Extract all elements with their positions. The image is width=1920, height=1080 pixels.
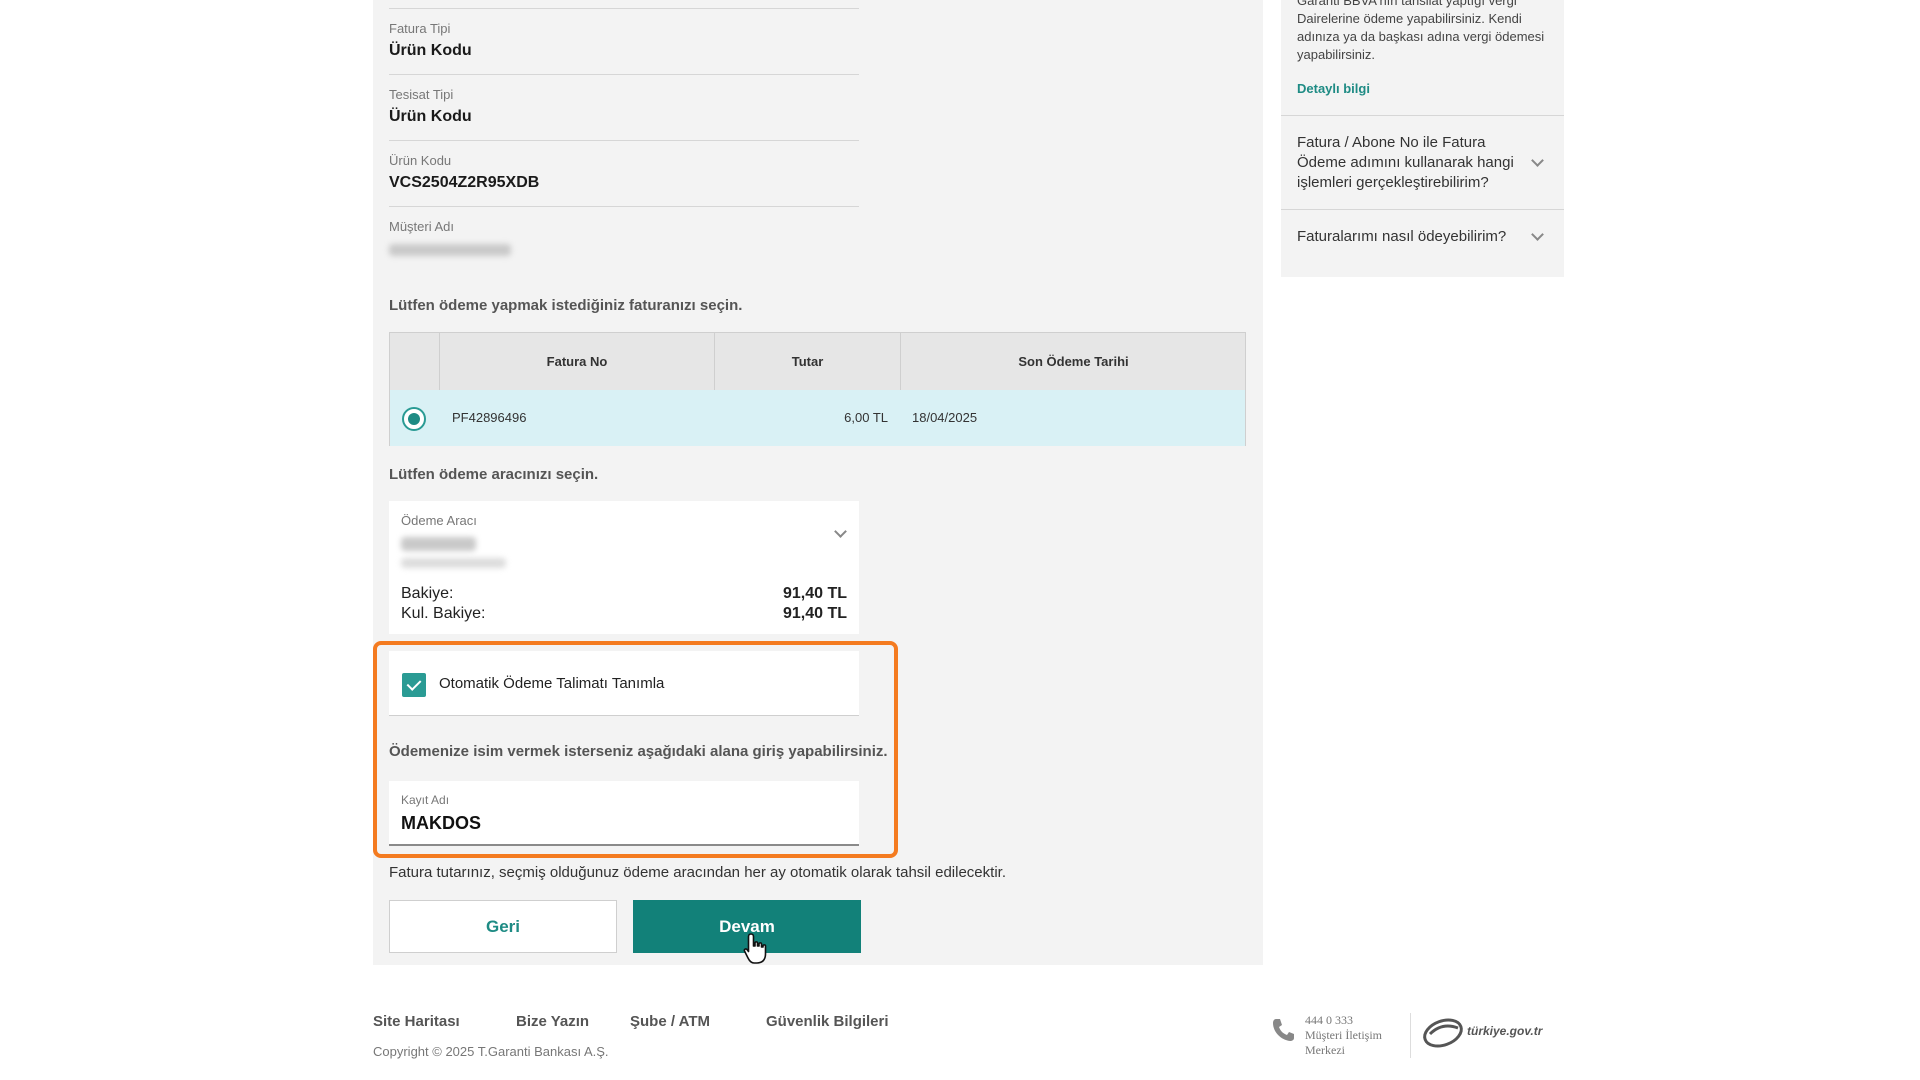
chevron-down-icon[interactable] [1531, 228, 1544, 241]
redacted-account-name [401, 537, 476, 551]
info-line: yapabilirsiniz. [1297, 47, 1376, 62]
contact-center[interactable]: 444 0 333 Müşteri İletişim Merkezi [1305, 1013, 1395, 1058]
payment-tool-select[interactable]: Ödeme Aracı Bakiye: 91,40 TL Kul. Bakiye… [389, 501, 859, 634]
faq-question[interactable]: Fatura / Abone No ile Fatura Ödeme adımı… [1297, 133, 1522, 193]
payment-tool-label: Ödeme Aracı [401, 513, 477, 528]
copyright: Copyright © 2025 T.Garanti Bankası A.Ş. [373, 1044, 609, 1059]
turkiye-gov-logo[interactable] [1420, 1014, 1466, 1050]
phone-icon [1273, 1019, 1294, 1041]
usable-balance-label: Kul. Bakiye: [401, 605, 486, 622]
header-amount: Tutar [714, 333, 900, 390]
back-button[interactable]: Geri [389, 900, 617, 953]
faq-item[interactable]: Fatura / Abone No ile Fatura Ödeme adımı… [1281, 115, 1564, 209]
select-payment-prompt: Lütfen ödeme aracınızı seçin. [389, 466, 599, 483]
invoice-table: Fatura No Tutar Son Ödeme Tarihi PF42896… [389, 332, 1246, 446]
redacted-customer-name [389, 244, 511, 256]
phone-number: 444 0 333 [1305, 1013, 1353, 1027]
info-line: adınıza ya da başkası adına vergi ödemes… [1297, 29, 1545, 44]
invoice-no-cell: PF42896496 [452, 410, 527, 425]
highlight-box [373, 641, 898, 858]
footer-link-security[interactable]: Güvenlik Bilgileri [766, 1013, 889, 1030]
auto-payment-note: Fatura tutarınız, seçmiş olduğunuz ödeme… [389, 864, 1006, 881]
footer-link-contact[interactable]: Bize Yazın [516, 1013, 589, 1030]
footer-divider [1410, 1013, 1411, 1058]
header-invoice-no: Fatura No [439, 333, 714, 390]
amount-cell: 6,00 TL [844, 410, 888, 425]
balance-label: Bakiye: [401, 585, 454, 602]
balance-row: Bakiye: 91,40 TL [401, 585, 847, 603]
table-header: Fatura No Tutar Son Ödeme Tarihi [390, 333, 1245, 390]
redacted-account-number [401, 558, 506, 568]
field-product-code: Ürün Kodu VCS2504Z2R95XDB [389, 141, 859, 207]
invoice-radio[interactable] [402, 407, 426, 431]
field-value: Ürün Kodu [389, 108, 472, 125]
field-customer-name: Müşteri Adı [389, 207, 859, 267]
info-line: Garanti BBVA'nın tahsilat yaptığı vergi [1297, 0, 1517, 8]
faq-question[interactable]: Faturalarımı nasıl ödeyebilirim? [1297, 227, 1522, 247]
field-label: Müşteri Adı [389, 219, 455, 234]
sidebar-info-text: Garanti BBVA'nın tahsilat yaptığı vergi … [1297, 0, 1552, 64]
info-line: Dairelerine ödeme yapabilirsiniz. Kendi [1297, 11, 1522, 26]
gov-logo-text: türkiye.gov.tr [1467, 1024, 1543, 1038]
phone-caption: Müşteri İletişim Merkezi [1305, 1028, 1382, 1057]
field-invoice-type: Fatura Tipi Ürün Kodu [389, 9, 859, 75]
faq-item[interactable]: Faturalarımı nasıl ödeyebilirim? [1281, 209, 1564, 277]
select-invoice-prompt: Lütfen ödeme yapmak istediğiniz faturanı… [389, 297, 743, 314]
footer-link-branch-atm[interactable]: Şube / ATM [630, 1013, 710, 1030]
field-facility-type: Tesisat Tipi Ürün Kodu [389, 75, 859, 141]
field-label: Fatura Tipi [389, 21, 451, 36]
due-date-cell: 18/04/2025 [912, 410, 978, 425]
hand-cursor-icon [743, 933, 767, 964]
field-value: VCS2504Z2R95XDB [389, 174, 540, 191]
field-label: Tesisat Tipi [389, 87, 454, 102]
header-due-date: Son Ödeme Tarihi [900, 333, 1246, 390]
field-value: Ürün Kodu [389, 42, 472, 59]
balance-value: 91,40 TL [782, 585, 847, 602]
table-row[interactable]: PF42896496 6,00 TL 18/04/2025 [390, 390, 1245, 446]
chevron-down-icon[interactable] [1531, 154, 1544, 167]
detail-info-link[interactable]: Detaylı bilgi [1297, 81, 1370, 96]
field-label: Ürün Kodu [389, 153, 452, 168]
footer-link-sitemap[interactable]: Site Haritası [373, 1013, 460, 1030]
usable-balance-value: 91,40 TL [782, 605, 847, 622]
usable-balance-row: Kul. Bakiye: 91,40 TL [401, 605, 847, 623]
chevron-down-icon[interactable] [834, 525, 847, 538]
